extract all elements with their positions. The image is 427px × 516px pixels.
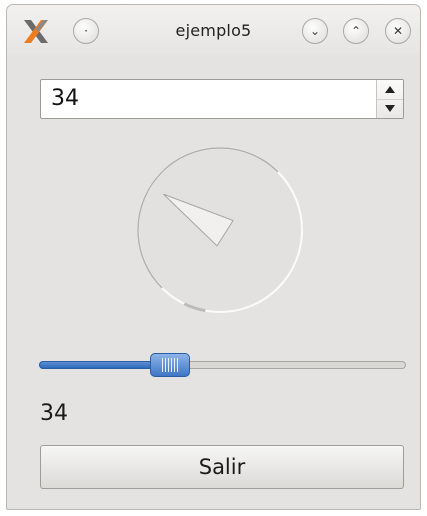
app-window: · ejemplo5 ⌄ ⌃ ✕ 34 34 Salir	[6, 4, 421, 510]
close-icon: ✕	[392, 24, 404, 38]
slider-handle[interactable]	[150, 353, 191, 377]
close-button[interactable]: ✕	[385, 18, 411, 44]
maximize-button[interactable]: ⌃	[343, 18, 369, 44]
chevron-up-icon: ⌃	[350, 24, 362, 38]
minimize-button[interactable]: ⌄	[302, 18, 328, 44]
spinbox-up-button[interactable]	[377, 80, 403, 100]
quit-button[interactable]: Salir	[40, 445, 404, 489]
value-label: 34	[40, 401, 68, 426]
grip-icon	[162, 358, 179, 372]
value-slider[interactable]	[39, 353, 406, 377]
arrow-up-icon	[385, 86, 395, 93]
spinbox-value[interactable]: 34	[51, 86, 79, 111]
spinbox-down-button[interactable]	[377, 99, 403, 118]
title-bar[interactable]: · ejemplo5 ⌄ ⌃ ✕	[7, 5, 420, 55]
value-spinbox[interactable]: 34	[40, 79, 404, 119]
arrow-down-icon	[385, 105, 395, 112]
value-dial[interactable]	[135, 145, 305, 315]
spinbox-arrows	[376, 80, 403, 118]
chevron-down-icon: ⌄	[309, 24, 321, 38]
